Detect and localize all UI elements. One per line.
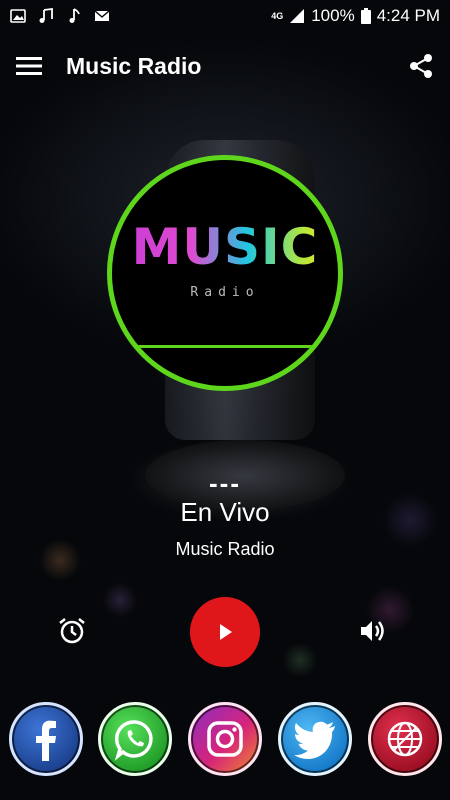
instagram-button[interactable] [188,702,262,776]
battery-percent: 100% [311,6,355,25]
playback-controls [0,597,450,667]
share-icon[interactable] [408,53,434,79]
social-links [0,702,450,778]
music-note-icon [39,8,53,23]
facebook-icon [36,720,56,761]
app-title: Music Radio [66,52,202,79]
twitter-button[interactable] [278,702,352,776]
track-artist-placeholder: --- [209,468,241,498]
logo-main-text: MUSIC [112,218,338,276]
website-button[interactable] [368,702,442,776]
volume-icon[interactable] [358,617,386,645]
mail-icon [94,10,110,21]
signal-icon [290,9,305,23]
logo-divider [112,345,338,348]
music-note-icon [69,8,80,23]
globe-icon [387,721,423,757]
play-icon [220,624,232,640]
whatsapp-icon [114,720,153,761]
track-title: En Vivo [180,497,270,527]
station-logo: MUSIC Radio [107,155,343,391]
facebook-button[interactable] [9,702,83,776]
instagram-icon [207,721,243,757]
image-icon [10,9,26,23]
station-name: Music Radio [175,539,275,559]
hamburger-menu-icon[interactable] [16,56,42,76]
alarm-clock-icon[interactable] [58,617,86,645]
twitter-icon [294,721,335,759]
app-bar: Music Radio [0,32,450,100]
play-button[interactable] [190,597,260,667]
status-bar: 4G 100% 4:24 PM [0,0,450,32]
logo-sub-text: Radio [190,285,260,300]
whatsapp-button[interactable] [98,702,172,776]
battery-icon [360,8,371,24]
clock: 4:24 PM [376,6,440,25]
network-type: 4G [271,10,284,21]
